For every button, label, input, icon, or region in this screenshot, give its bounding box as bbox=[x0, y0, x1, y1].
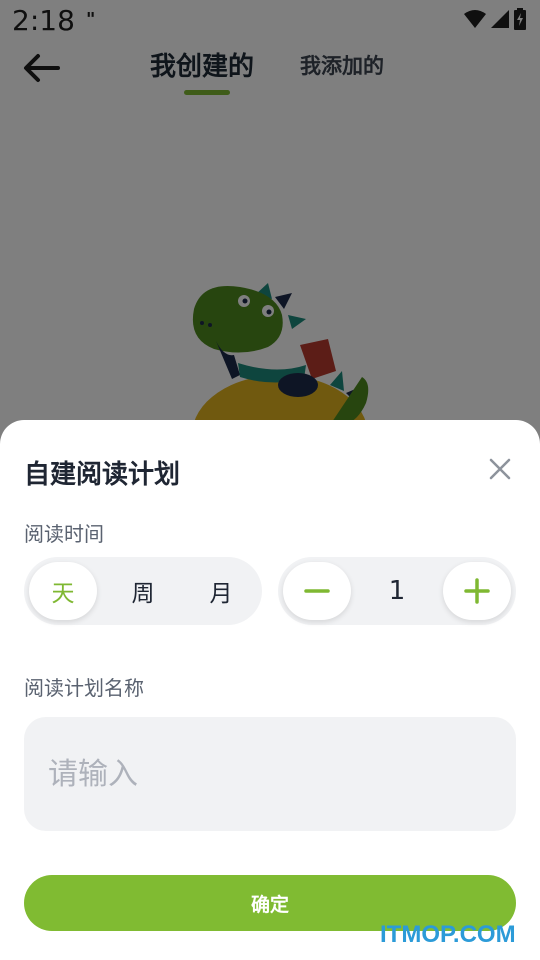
period-option-week[interactable]: 周 bbox=[109, 562, 177, 620]
count-value: 1 bbox=[388, 576, 406, 606]
period-selector: 天 周 月 bbox=[24, 557, 262, 625]
decrement-button[interactable] bbox=[283, 562, 351, 620]
reading-time-label: 阅读时间 bbox=[24, 522, 104, 546]
period-option-day[interactable]: 天 bbox=[29, 562, 97, 620]
create-plan-sheet: 自建阅读计划 阅读时间 天 周 月 1 阅读计划名称 确定 bbox=[0, 420, 540, 960]
minus-icon bbox=[304, 589, 330, 593]
period-option-month[interactable]: 月 bbox=[187, 562, 255, 620]
plus-icon bbox=[464, 578, 490, 604]
plan-name-label: 阅读计划名称 bbox=[24, 676, 144, 700]
sheet-title: 自建阅读计划 bbox=[24, 460, 181, 490]
close-icon[interactable] bbox=[485, 454, 515, 484]
plan-name-input[interactable] bbox=[24, 717, 516, 831]
increment-button[interactable] bbox=[443, 562, 511, 620]
watermark: ITMOP.COM bbox=[380, 921, 516, 948]
count-stepper: 1 bbox=[278, 557, 516, 625]
